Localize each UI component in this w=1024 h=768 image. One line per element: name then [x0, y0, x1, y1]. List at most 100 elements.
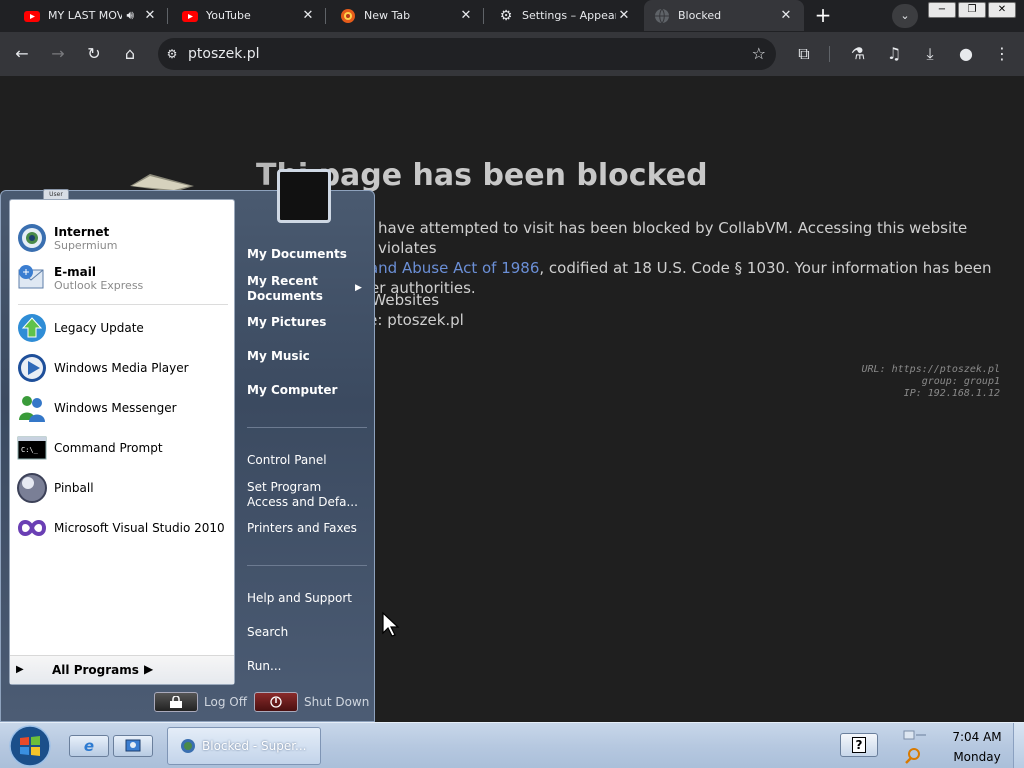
tab-title: Blocked [678, 9, 722, 22]
taskbar-item-blocked[interactable]: Blocked - Super... [167, 727, 321, 765]
tab-title: Settings – Appear [522, 9, 616, 22]
media-control-icon[interactable]: ♫ [880, 40, 908, 68]
audio-icon[interactable]: 🔊︎ [126, 8, 134, 23]
separator [247, 565, 367, 566]
messenger-icon [19, 396, 45, 422]
help-icon: ? [851, 737, 867, 753]
tab-title: YouTube [206, 9, 251, 22]
forward-button[interactable]: → [44, 40, 72, 68]
tab-search-button[interactable]: ⌄ [892, 4, 918, 28]
user-picture[interactable] [277, 169, 331, 223]
extensions-icon[interactable]: ⧉ [790, 40, 818, 68]
close-tab-icon[interactable]: ✕ [778, 8, 794, 24]
start-right-search[interactable]: Search [247, 625, 288, 640]
youtube-icon [24, 10, 40, 22]
media-player-icon [18, 354, 46, 382]
start-item-pinball[interactable]: Pinball [16, 470, 230, 506]
visual-studio-icon [17, 520, 47, 536]
start-right-my-music[interactable]: My Music [247, 349, 310, 364]
close-tab-icon[interactable]: ✕ [616, 8, 632, 24]
start-right-control-panel[interactable]: Control Panel [247, 453, 327, 468]
tab-settings[interactable]: ⚙ Settings – Appear ✕ [474, 0, 642, 31]
tab-blocked[interactable]: Blocked ✕ [644, 0, 804, 31]
play-arrow-icon: ▶ [16, 664, 24, 675]
tab-youtube[interactable]: YouTube ✕ [158, 0, 326, 31]
new-tab-button[interactable]: + [810, 4, 836, 28]
home-button[interactable]: ⌂ [116, 40, 144, 68]
start-item-media-player[interactable]: Windows Media Player [16, 350, 230, 386]
tab-title: MY LAST MOV [48, 9, 123, 22]
start-right-run[interactable]: Run... [247, 659, 281, 674]
pinball-icon [17, 473, 47, 503]
restore-button[interactable]: ❐ [958, 2, 986, 18]
bookmark-star-icon[interactable]: ☆ [752, 44, 766, 63]
start-right-my-pictures[interactable]: My Pictures [247, 315, 326, 330]
start-button[interactable] [8, 724, 52, 768]
separator [247, 427, 367, 428]
request-meta: URL: https://ptoszek.pl group: group1 IP… [861, 364, 1000, 399]
log-off-button[interactable]: Log Off [154, 691, 247, 713]
start-item-email[interactable]: E-mail Outlook Express [16, 260, 230, 296]
menu-kebab-icon[interactable]: ⋮ [988, 40, 1016, 68]
youtube-icon [182, 10, 198, 22]
labs-flask-icon[interactable]: ⚗ [844, 40, 872, 68]
tab-my-last-movie[interactable]: MY LAST MOV 🔊︎ ✕ [0, 0, 168, 31]
omnibox[interactable]: ⚙ ptoszek.pl ☆ [158, 38, 776, 70]
close-tab-icon[interactable]: ✕ [142, 8, 158, 24]
tab-title: New Tab [364, 9, 411, 22]
command-prompt-icon: C:\_ [17, 436, 47, 460]
start-right-my-computer[interactable]: My Computer [247, 383, 337, 398]
svg-text:C:\_: C:\_ [21, 446, 39, 454]
start-right-help-support[interactable]: Help and Support [247, 591, 352, 606]
browser-toolbar: ← → ↻ ⌂ ⚙ ptoszek.pl ☆ ⧉ ⚗ ♫ ⤓ ● ⋮ [0, 32, 1024, 76]
back-button[interactable]: ← [8, 40, 36, 68]
blocked-message: have attempted to visit has been blocked… [336, 219, 992, 297]
close-window-button[interactable]: ✕ [988, 2, 1016, 18]
start-right-my-documents[interactable]: My Documents [247, 247, 347, 262]
start-menu-left-pane: Internet Supermium E-mail Outlook Express … [9, 199, 235, 685]
start-item-messenger[interactable]: Windows Messenger [16, 390, 230, 426]
start-right-printers-faxes[interactable]: Printers and Faxes [247, 521, 357, 536]
start-right-set-program-access[interactable]: Set Program Access and Defa... [247, 480, 358, 510]
gear-icon: ⚙ [499, 7, 513, 24]
power-icon [254, 692, 298, 712]
close-tab-icon[interactable]: ✕ [300, 8, 316, 24]
start-menu: User Internet Supermium E-mail Outlook Exp… [0, 169, 375, 722]
all-programs-button[interactable]: ▶ All Programs ▶ [10, 655, 234, 684]
clock-time: 7:04 AM [952, 730, 1002, 744]
internet-browser-icon [18, 224, 46, 252]
minimize-button[interactable]: − [928, 2, 956, 18]
shut-down-button[interactable]: Shut Down [254, 691, 369, 713]
omnibox-url[interactable]: ptoszek.pl [188, 46, 260, 62]
clock-day: Monday [953, 750, 1001, 764]
legacy-update-icon [18, 314, 46, 342]
show-desktop-button[interactable] [1013, 723, 1024, 768]
internet-browser-icon [181, 739, 195, 753]
tab-strip: MY LAST MOV 🔊︎ ✕ YouTube ✕ New Tab ✕ ⚙ S… [0, 0, 1024, 32]
desktop-icon [125, 739, 141, 752]
system-clock[interactable]: 7:04 AM Monday [944, 727, 1010, 767]
start-item-visual-studio[interactable]: Microsoft Visual Studio 2010 [16, 510, 230, 546]
reload-button[interactable]: ↻ [80, 40, 108, 68]
chevron-right-icon: ▶ [355, 283, 362, 293]
separator [18, 304, 228, 305]
internet-explorer-icon: e [83, 737, 95, 755]
quicklaunch-desktop[interactable] [113, 735, 153, 757]
globe-icon [655, 8, 669, 23]
taskbar: e Blocked - Super... ? 7:04 AM Monday [0, 722, 1024, 768]
site-info-icon[interactable]: ⚙ [164, 46, 180, 62]
start-right-my-recent-documents[interactable]: My Recent Documents [247, 274, 323, 304]
help-button[interactable]: ? [840, 733, 878, 757]
start-item-legacy-update[interactable]: Legacy Update [16, 310, 230, 346]
start-item-command-prompt[interactable]: C:\_ Command Prompt [16, 430, 230, 466]
lock-icon [154, 692, 198, 712]
quicklaunch-internet-explorer[interactable]: e [69, 735, 109, 757]
download-icon[interactable]: ⤓ [916, 40, 944, 68]
profile-avatar-icon[interactable]: ● [952, 40, 980, 68]
blocked-page-graphic [130, 174, 194, 192]
tab-new-tab[interactable]: New Tab ✕ [316, 0, 484, 31]
start-item-internet[interactable]: Internet Supermium [16, 220, 230, 256]
firefox-icon [341, 8, 355, 23]
close-tab-icon[interactable]: ✕ [458, 8, 474, 24]
tray-search-icon[interactable] [902, 727, 934, 765]
